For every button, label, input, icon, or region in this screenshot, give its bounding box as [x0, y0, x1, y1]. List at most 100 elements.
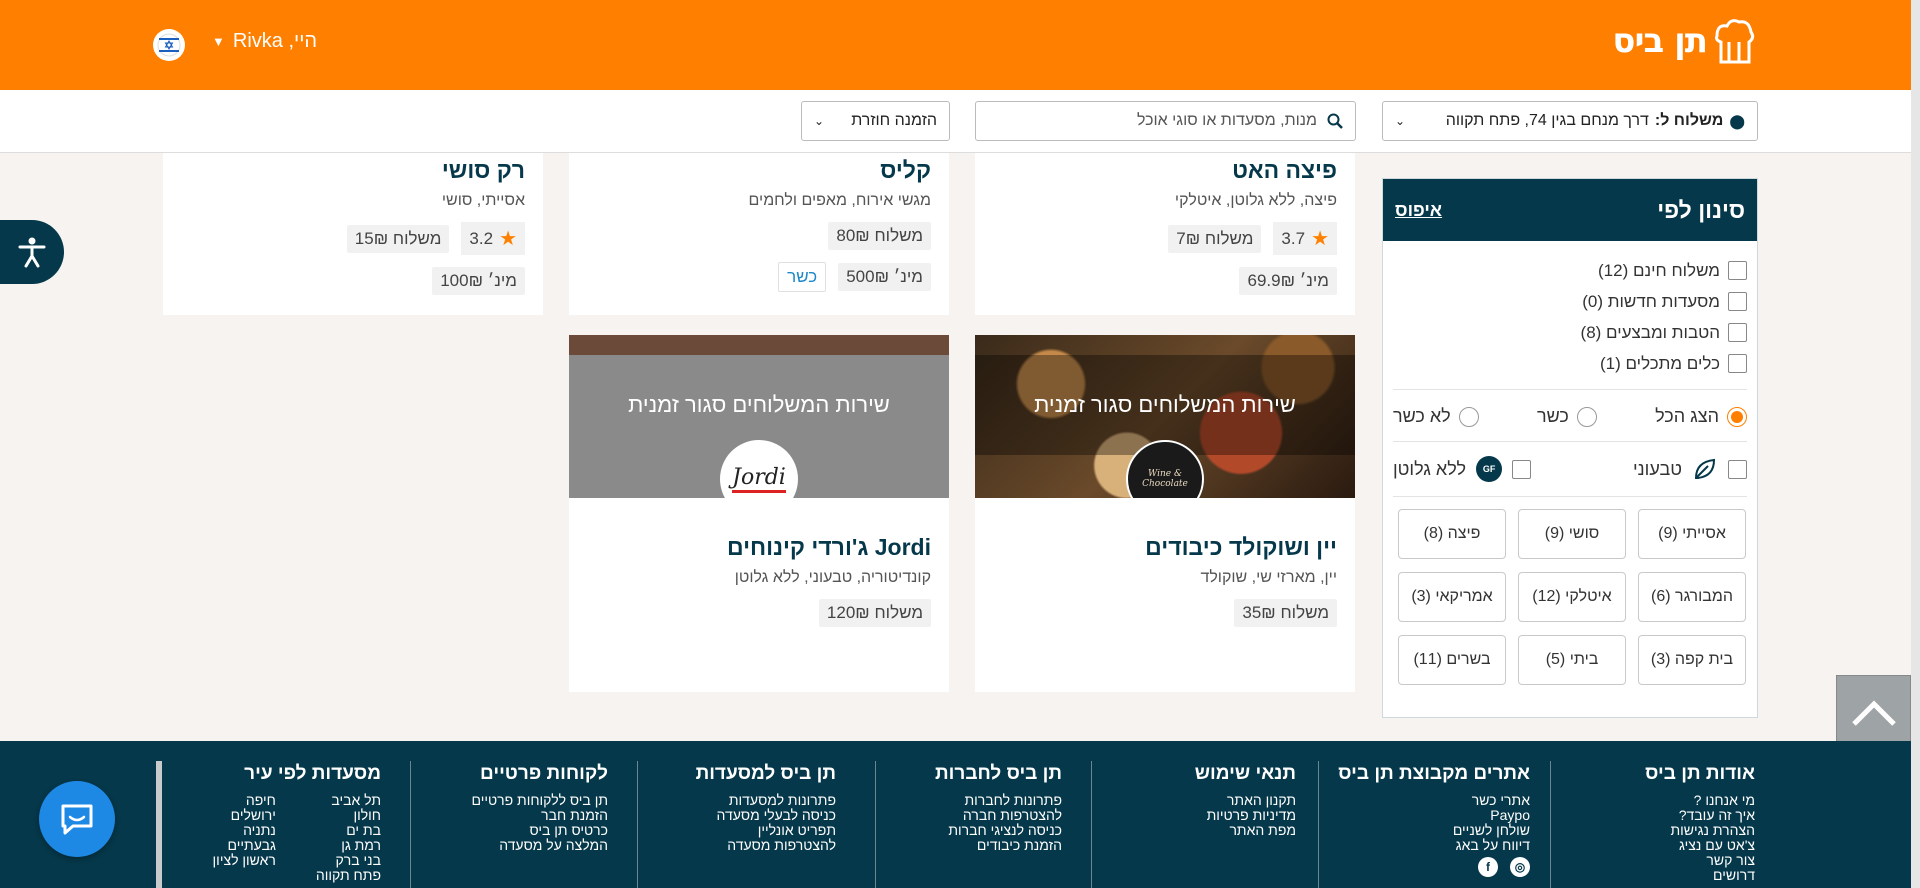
- city-link[interactable]: נתניה: [213, 823, 276, 838]
- footer-link[interactable]: להצטרפות מסעדה: [656, 838, 836, 853]
- caret-down-icon: ▼: [212, 34, 225, 49]
- city-link[interactable]: חיפה: [213, 793, 276, 808]
- checkbox[interactable]: [1728, 323, 1747, 342]
- footer-link[interactable]: מפת האתר: [1116, 823, 1296, 838]
- city-link[interactable]: רמת גן: [316, 838, 381, 853]
- footer-link[interactable]: פתרונות לחברות: [882, 793, 1063, 808]
- checkbox[interactable]: [1512, 459, 1532, 479]
- radio-kosher[interactable]: כשר: [1537, 406, 1597, 427]
- category-button[interactable]: בית קפה (3): [1638, 635, 1746, 685]
- radio-button-selected[interactable]: [1727, 406, 1747, 427]
- diet-filter-row: טבעוני GF ללא גלוטן: [1393, 442, 1747, 497]
- footer-link[interactable]: מדיניות פרטיות: [1116, 808, 1296, 823]
- footer-link[interactable]: Paypo: [1330, 808, 1530, 823]
- star-icon: ★: [499, 228, 517, 250]
- footer-link[interactable]: דיווח על באג: [1330, 838, 1530, 853]
- city-link[interactable]: ראשון לציון: [213, 853, 276, 868]
- category-button[interactable]: איטלקי (12): [1518, 572, 1626, 622]
- category-button[interactable]: אמריקאי (3): [1398, 572, 1506, 622]
- restaurant-card[interactable]: שירות המשלוחים סגור זמנית Wine & Chocola…: [975, 335, 1355, 692]
- chat-button[interactable]: [39, 781, 115, 857]
- filter-checkbox-new-restaurants[interactable]: מסעדות חדשות (0): [1393, 286, 1747, 317]
- filter-gluten-free[interactable]: GF ללא גלוטן: [1393, 456, 1532, 482]
- logo-text: Wine & Chocolate: [1142, 469, 1188, 489]
- back-to-top-button[interactable]: [1836, 675, 1911, 750]
- footer-link[interactable]: כניסה לבעלי מסעדה: [656, 808, 836, 823]
- footer-link[interactable]: צור קשר: [1555, 853, 1755, 868]
- footer-link[interactable]: המלצה על מסעדה: [428, 838, 608, 853]
- footer-link[interactable]: כניסה לנציגי חברות: [882, 823, 1062, 838]
- delivery-address-select[interactable]: ⬤ משלוח ל: דרך מנחם בגין 74, פתח תקווה ⌄: [1382, 101, 1758, 141]
- radio-not-kosher[interactable]: לא כשר: [1393, 406, 1479, 427]
- footer-link[interactable]: מי אנחנו ?: [1555, 793, 1755, 808]
- city-link[interactable]: ירושלים: [213, 808, 276, 823]
- checkbox[interactable]: [1728, 459, 1747, 479]
- category-button[interactable]: אסייתי (9): [1638, 509, 1746, 559]
- city-link[interactable]: פתח תקווה: [316, 868, 381, 883]
- footer-separator: [1318, 761, 1319, 888]
- restaurant-card[interactable]: קליס מגשי אירוח, מאפים ולחמים משלוח 80₪ …: [569, 153, 949, 315]
- search-input[interactable]: [988, 112, 1317, 130]
- footer-link[interactable]: תקנון האתר: [1116, 793, 1296, 808]
- category-button[interactable]: המבורגר (6): [1638, 572, 1746, 622]
- checkbox[interactable]: [1728, 261, 1747, 280]
- israel-flag-icon[interactable]: [153, 29, 185, 61]
- reorder-select[interactable]: הזמנה חוזרת ⌄: [801, 101, 950, 141]
- radio-button[interactable]: [1576, 406, 1597, 427]
- footer-link[interactable]: איך זה עובד?: [1555, 808, 1755, 823]
- checkbox[interactable]: [1728, 292, 1747, 311]
- accessibility-button[interactable]: [0, 220, 64, 284]
- footer-link[interactable]: כרטיס תן ביס: [428, 823, 608, 838]
- card-info-row: משלוח 120₪: [587, 599, 931, 627]
- restaurant-cuisine: אסייתי, סושי: [441, 192, 525, 209]
- checkbox[interactable]: [1728, 354, 1747, 373]
- filter-checkbox-disposables[interactable]: כלים מתכלים (1): [1393, 348, 1747, 379]
- footer-separator: [410, 761, 411, 888]
- filter-checkbox-free-delivery[interactable]: משלוח חינם (12): [1393, 255, 1747, 286]
- footer-link[interactable]: תן ביס ללקוחות פרטיים: [428, 793, 608, 808]
- footer-link[interactable]: להצטרפות חברה: [882, 808, 1062, 823]
- footer-link[interactable]: שולחן לשניים: [1330, 823, 1530, 838]
- filter-reset-link[interactable]: איפוס: [1395, 200, 1442, 221]
- location-pin-icon: ⬤: [1729, 112, 1745, 129]
- search-bar-row: ⬤ משלוח ל: דרך מנחם בגין 74, פתח תקווה ⌄…: [0, 90, 1911, 153]
- restaurant-card[interactable]: רק סושי אסייתי, סושי ★ 3.2 משלוח 15₪ מינ׳…: [163, 153, 543, 315]
- chevron-down-icon: ⌄: [1395, 114, 1406, 128]
- category-grid: אסייתי (9) סושי (9) פיצה (8) המבורגר (6)…: [1383, 497, 1757, 685]
- footer-link[interactable]: פתרונות למסעדות: [656, 793, 836, 808]
- restaurant-card[interactable]: שירות המשלוחים סגור זמנית Jordi Jordi ג'…: [569, 335, 949, 692]
- filter-checkbox-deals[interactable]: הטבות ומבצעים (8): [1393, 317, 1747, 348]
- checkbox-label: כלים מתכלים (1): [1599, 353, 1720, 373]
- instagram-icon[interactable]: ◎: [1510, 857, 1530, 877]
- city-link[interactable]: בת ים: [316, 823, 381, 838]
- city-columns: תל אביב חולון בת ים רמת גן בני ברק פתח ת…: [161, 793, 381, 883]
- filter-vegan[interactable]: טבעוני: [1633, 456, 1747, 482]
- city-link[interactable]: תל אביב: [316, 793, 381, 808]
- footer-link[interactable]: דרושים: [1555, 868, 1755, 883]
- checkbox-label: מסעדות חדשות (0): [1582, 291, 1720, 311]
- city-link[interactable]: חולון: [316, 808, 381, 823]
- footer-link[interactable]: צ'אט עם נציג: [1555, 838, 1755, 853]
- user-menu[interactable]: היי, Rivka ▼: [212, 30, 317, 53]
- city-link[interactable]: גבעתיים: [213, 838, 276, 853]
- footer-link[interactable]: אתרי כשר: [1330, 793, 1530, 808]
- restaurant-card[interactable]: פיצה האט פיצה, ללא גלוטן, איטלקי ★ 3.7 מש…: [975, 153, 1355, 315]
- checkbox-label: הטבות ומבצעים (8): [1580, 322, 1720, 342]
- facebook-icon[interactable]: f: [1478, 857, 1498, 877]
- search-box[interactable]: [975, 101, 1356, 141]
- radio-button[interactable]: [1458, 406, 1479, 427]
- category-button[interactable]: ביתי (5): [1518, 635, 1626, 685]
- footer-separator: [1550, 761, 1551, 888]
- category-button[interactable]: בשרים (11): [1398, 635, 1506, 685]
- filter-panel: סינון לפי איפוס משלוח חינם (12) מסעדות ח…: [1382, 178, 1758, 718]
- city-link[interactable]: בני ברק: [316, 853, 381, 868]
- category-button[interactable]: סושי (9): [1518, 509, 1626, 559]
- footer-link[interactable]: הזמנת חבר: [428, 808, 608, 823]
- category-button[interactable]: פיצה (8): [1398, 509, 1506, 559]
- logo[interactable]: תן ביס: [1612, 18, 1755, 64]
- page-scrollbar[interactable]: [1911, 0, 1920, 888]
- footer-link[interactable]: הזמנת כיבודים: [882, 838, 1062, 853]
- footer-link[interactable]: תפריט אונליין: [656, 823, 836, 838]
- footer-link[interactable]: הצהרת נגישות: [1555, 823, 1755, 838]
- radio-show-all[interactable]: הצג הכל: [1655, 406, 1747, 427]
